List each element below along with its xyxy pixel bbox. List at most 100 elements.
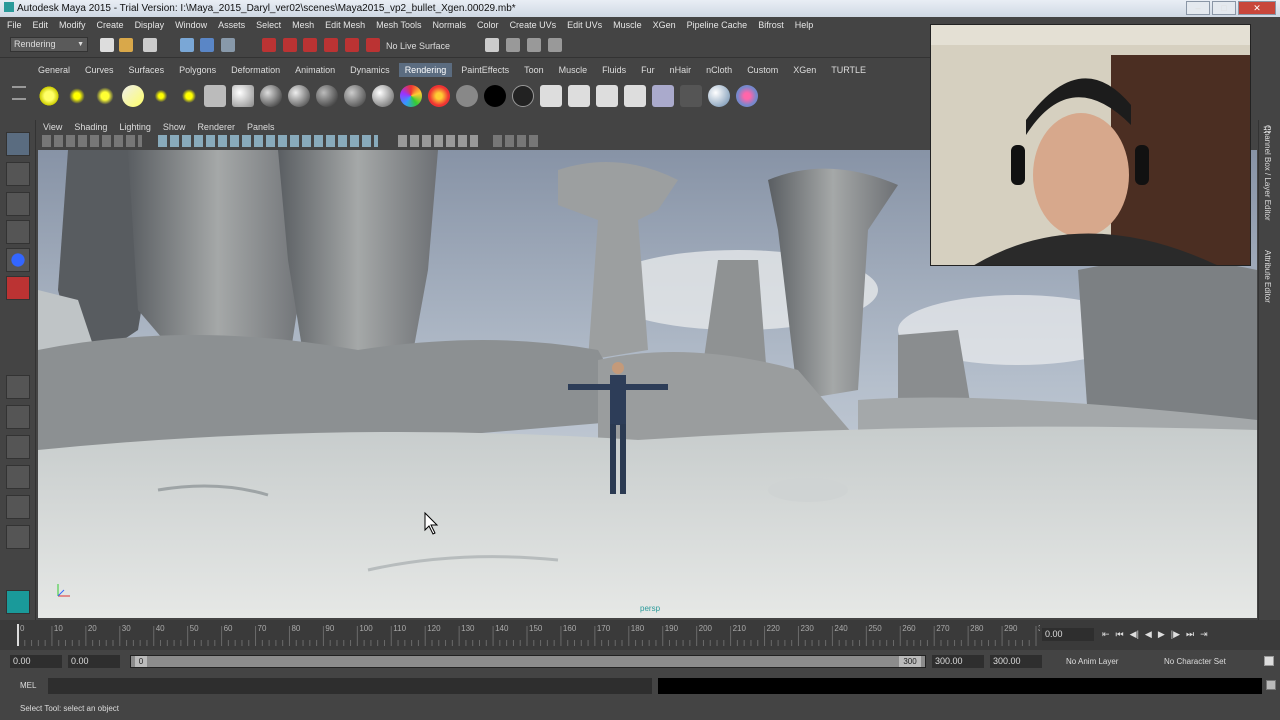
- volume-light-icon[interactable]: [178, 85, 200, 107]
- shelf-tab-nhair[interactable]: nHair: [664, 63, 698, 77]
- anisotropic-shader-icon[interactable]: [372, 85, 394, 107]
- menu-set-dropdown[interactable]: Rendering ▼: [10, 37, 88, 52]
- script-editor-icon[interactable]: [1266, 680, 1276, 690]
- shelf-tab-curves[interactable]: Curves: [79, 63, 120, 77]
- phong-e-shader-icon[interactable]: [344, 85, 366, 107]
- new-scene-icon[interactable]: [100, 38, 114, 52]
- menu-muscle[interactable]: Muscle: [613, 20, 642, 30]
- hypershade-icon[interactable]: [232, 85, 254, 107]
- create-camera-icon[interactable]: [204, 85, 226, 107]
- lasso-tool-icon[interactable]: [6, 162, 30, 186]
- step-back-key-icon[interactable]: ⏮: [1116, 629, 1124, 640]
- anim-prefs-icon[interactable]: [1264, 656, 1274, 666]
- shelf-tab-ncloth[interactable]: nCloth: [700, 63, 738, 77]
- phong-shader-icon[interactable]: [316, 85, 338, 107]
- move-tool-icon[interactable]: [6, 220, 30, 244]
- shelf-tab-custom[interactable]: Custom: [741, 63, 784, 77]
- shelf-tab-toon[interactable]: Toon: [518, 63, 550, 77]
- range-bar[interactable]: 0 300: [130, 655, 926, 668]
- menu-bifrost[interactable]: Bifrost: [758, 20, 784, 30]
- maximize-button[interactable]: □: [1212, 1, 1236, 15]
- shelf-tab-xgen[interactable]: XGen: [787, 63, 822, 77]
- go-to-start-icon[interactable]: ⇤: [1102, 629, 1110, 640]
- use-background-icon[interactable]: [484, 85, 506, 107]
- ocean-shader-icon[interactable]: [428, 85, 450, 107]
- shelf-tab-animation[interactable]: Animation: [289, 63, 341, 77]
- render-region-icon[interactable]: [596, 85, 618, 107]
- make-live-icon[interactable]: [345, 38, 359, 52]
- menu-file[interactable]: File: [7, 20, 22, 30]
- shelf-menu-icon[interactable]: [12, 86, 26, 100]
- spot-light-icon[interactable]: [122, 85, 144, 107]
- area-light-icon[interactable]: [150, 85, 172, 107]
- snapshot-icon[interactable]: [624, 85, 646, 107]
- outliner-layout-icon[interactable]: [6, 435, 30, 459]
- render-node-icon[interactable]: [540, 85, 562, 107]
- blinn-shader-icon[interactable]: [288, 85, 310, 107]
- start-time-field[interactable]: 0.00: [10, 655, 62, 668]
- shelf-tab-dynamics[interactable]: Dynamics: [344, 63, 396, 77]
- menu-mesh-tools[interactable]: Mesh Tools: [376, 20, 421, 30]
- panel-menu-show[interactable]: Show: [163, 122, 186, 132]
- layered-shader-icon[interactable]: [512, 85, 534, 107]
- step-forward-key-icon[interactable]: ⏭: [1186, 629, 1194, 640]
- end-time-field[interactable]: 300.00: [990, 655, 1042, 668]
- open-scene-icon[interactable]: [119, 38, 133, 52]
- menu-pipeline-cache[interactable]: Pipeline Cache: [687, 20, 748, 30]
- menu-color[interactable]: Color: [477, 20, 499, 30]
- panel-menu-renderer[interactable]: Renderer: [197, 122, 235, 132]
- select-component-icon[interactable]: [221, 38, 235, 52]
- ambient-light-icon[interactable]: [38, 85, 60, 107]
- render-layer-icon[interactable]: [680, 85, 702, 107]
- panel-menu-shading[interactable]: Shading: [74, 122, 107, 132]
- shelf-tab-turtle[interactable]: TURTLE: [825, 63, 872, 77]
- lambert-shader-icon[interactable]: [260, 85, 282, 107]
- shelf-tab-polygons[interactable]: Polygons: [173, 63, 222, 77]
- range-start-handle[interactable]: 0: [135, 656, 147, 667]
- playback-end-field[interactable]: 300.00: [932, 655, 984, 668]
- menu-modify[interactable]: Modify: [59, 20, 86, 30]
- mel-input[interactable]: [48, 678, 652, 694]
- four-view-layout-icon[interactable]: [6, 405, 30, 429]
- step-back-frame-icon[interactable]: ◀|: [1130, 629, 1139, 640]
- render-settings-shelf-icon[interactable]: [568, 85, 590, 107]
- menu-edit-uvs[interactable]: Edit UVs: [567, 20, 602, 30]
- render-view-icon[interactable]: [485, 38, 499, 52]
- directional-light-icon[interactable]: [66, 85, 88, 107]
- minimize-button[interactable]: –: [1186, 1, 1210, 15]
- maya-home-icon[interactable]: [6, 590, 30, 614]
- viewport-settings-icon[interactable]: [493, 135, 538, 147]
- mental-ray-icon[interactable]: [708, 85, 730, 107]
- batch-render-icon[interactable]: [652, 85, 674, 107]
- uv-editor-layout-icon[interactable]: [6, 525, 30, 549]
- current-frame-field[interactable]: 0.00: [1042, 628, 1094, 641]
- single-perspective-layout-icon[interactable]: [6, 375, 30, 399]
- select-hierarchy-icon[interactable]: [180, 38, 194, 52]
- select-tool-icon[interactable]: [6, 132, 30, 156]
- paint-effects-icon[interactable]: [736, 85, 758, 107]
- step-forward-frame-icon[interactable]: |▶: [1171, 629, 1180, 640]
- isolate-select-icon[interactable]: [398, 135, 478, 147]
- anim-layer-dropdown[interactable]: No Anim Layer: [1066, 657, 1118, 666]
- playback-start-field[interactable]: 0.00: [68, 655, 120, 668]
- scale-tool-icon[interactable]: [6, 276, 30, 300]
- ipr-render-icon[interactable]: [527, 38, 541, 52]
- menu-normals[interactable]: Normals: [433, 20, 467, 30]
- menu-window[interactable]: Window: [175, 20, 207, 30]
- side-tab-channel-box[interactable]: Channel Box / Layer Editor: [1263, 125, 1272, 221]
- hypershade-layout-icon[interactable]: [6, 495, 30, 519]
- snap-point-icon[interactable]: [303, 38, 317, 52]
- menu-select[interactable]: Select: [256, 20, 281, 30]
- shelf-tab-fluids[interactable]: Fluids: [596, 63, 632, 77]
- panel-menu-panels[interactable]: Panels: [247, 122, 275, 132]
- snap-curve-icon[interactable]: [283, 38, 297, 52]
- menu-edit-mesh[interactable]: Edit Mesh: [325, 20, 365, 30]
- play-forwards-icon[interactable]: ▶: [1158, 629, 1165, 640]
- render-current-icon[interactable]: [506, 38, 520, 52]
- point-light-icon[interactable]: [94, 85, 116, 107]
- go-to-end-icon[interactable]: ⇥: [1200, 629, 1208, 640]
- menu-edit[interactable]: Edit: [33, 20, 49, 30]
- menu-help[interactable]: Help: [795, 20, 814, 30]
- select-object-icon[interactable]: [200, 38, 214, 52]
- side-tab-attribute-editor[interactable]: Attribute Editor: [1263, 250, 1272, 303]
